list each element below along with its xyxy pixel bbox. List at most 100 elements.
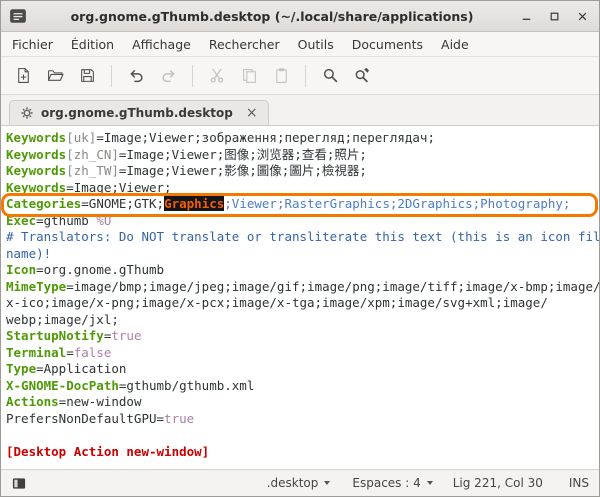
restore-button[interactable] [545, 7, 563, 25]
code-segment: [zh_TW] [66, 163, 119, 178]
find-button[interactable] [315, 62, 345, 90]
editor-line: # Translators: Do NOT translate or trans… [6, 229, 599, 246]
cursor-position: Lig 221, Col 30 [453, 476, 543, 490]
editor-line: StartupNotify=true [6, 328, 599, 345]
code-segment: [zh_CN] [66, 147, 119, 162]
editor-line: PrefersNonDefaultGPU=true [6, 411, 599, 428]
tab-org-gnome-gthumb-desktop[interactable]: org.gnome.gThumb.desktop × [9, 100, 269, 125]
tabbar: org.gnome.gThumb.desktop × [1, 95, 599, 126]
code-segment: %U [96, 213, 111, 228]
code-segment: Terminal [6, 345, 66, 360]
window-controls [517, 7, 591, 25]
minimize-button[interactable] [517, 7, 535, 25]
tab-width-selector[interactable]: Espaces : 4 [348, 474, 436, 492]
code-segment: =Image;Viewer;影像;圖像;圖片;檢視器; [119, 163, 367, 178]
find-and-replace-button[interactable] [347, 62, 377, 90]
editor-line: Keywords[zh_CN]=Image;Viewer;图像;浏览器;查看;照… [6, 147, 599, 164]
code-segment: Icon [6, 262, 36, 277]
code-segment: Exec [6, 213, 36, 228]
cut-button[interactable] [202, 62, 232, 90]
code-segment: Graphics [164, 196, 224, 211]
code-segment: =gthumb [36, 213, 96, 228]
code-segment: x-ico;image/x-png;image/x-pcx;image/x-tg… [6, 295, 548, 310]
side-panel-toggle-button[interactable] [7, 473, 31, 493]
code-segment: PrefersNonDefaultGPU= [6, 411, 164, 426]
paste-button[interactable] [266, 62, 296, 90]
code-segment: webp;image/jxl; [6, 312, 119, 327]
code-segment: =Image;Viewer;图像;浏览器;查看;照片; [119, 147, 367, 162]
statusbar: .desktop Espaces : 4 Lig 221, Col 30 INS [1, 469, 599, 496]
editor-line: X-GNOME-DocPath=gthumb/gthumb.xml [6, 378, 599, 395]
editor-line: x-ico;image/x-png;image/x-pcx;image/x-tg… [6, 295, 599, 312]
save-button[interactable] [72, 62, 102, 90]
close-button[interactable] [573, 7, 591, 25]
code-segment: MimeType [6, 279, 66, 294]
chevron-down-icon [324, 481, 330, 485]
undo-button[interactable] [121, 62, 151, 90]
toolbar-separator [305, 65, 306, 87]
editor-line: Exec=gthumb %U [6, 213, 599, 230]
editor-content: Keywords[uk]=Image;Viewer;зображення;пер… [1, 126, 599, 460]
tab-width-label: Espaces : 4 [352, 476, 420, 490]
menubar: FichierÉditionAffichageRechercherOutilsD… [1, 32, 599, 57]
window-icon [9, 7, 27, 25]
code-segment: true [111, 328, 141, 343]
copy-button[interactable] [234, 62, 264, 90]
text-editor-window: org.gnome.gThumb.desktop (~/.local/share… [0, 0, 600, 497]
toolbar [1, 57, 599, 95]
chevron-down-icon [427, 481, 433, 485]
editor-line: Actions=new-window [6, 394, 599, 411]
code-segment: false [74, 345, 112, 360]
code-segment: Keywords [6, 147, 66, 162]
editor-line: webp;image/jxl; [6, 312, 599, 329]
code-segment: =image/bmp;image/jpeg;image/gif;image/pn… [66, 279, 599, 294]
code-segment: =Application [36, 361, 126, 376]
code-segment: name)! [6, 246, 51, 261]
code-segment: # Translators: Do NOT translate or trans… [6, 229, 599, 244]
code-segment: Keywords [6, 180, 66, 195]
editor-line: Keywords=Image;Viewer; [6, 180, 599, 197]
code-segment: Categories [6, 196, 81, 211]
editor-line: Keywords[uk]=Image;Viewer;зображення;пер… [6, 130, 599, 147]
new-document-button[interactable] [8, 62, 38, 90]
code-segment: =gthumb/gthumb.xml [119, 378, 254, 393]
code-segment: =GNOME;GTK; [81, 196, 164, 211]
editor-line: name)! [6, 246, 599, 263]
toolbar-separator [192, 65, 193, 87]
code-segment: [Desktop Action new-window] [6, 444, 209, 459]
redo-button[interactable] [153, 62, 183, 90]
code-segment: =Image;Viewer; [66, 180, 171, 195]
code-segment: Actions [6, 394, 59, 409]
code-segment: ;Viewer;RasterGraphics;2DGraphics;Photog… [224, 196, 570, 211]
editor[interactable]: Keywords[uk]=Image;Viewer;зображення;пер… [1, 126, 599, 469]
code-segment: =new-window [59, 394, 142, 409]
close-tab-icon[interactable]: × [240, 106, 258, 120]
editor-line: Icon=org.gnome.gThumb [6, 262, 599, 279]
editor-line [6, 427, 599, 444]
language-selector[interactable]: .desktop [263, 474, 335, 492]
open-document-button[interactable] [40, 62, 70, 90]
menu-outils[interactable]: Outils [289, 34, 343, 55]
menu-affichage[interactable]: Affichage [123, 34, 200, 55]
menu-documents[interactable]: Documents [343, 34, 432, 55]
code-segment: =org.gnome.gThumb [36, 262, 164, 277]
tab-label: org.gnome.gThumb.desktop [41, 106, 233, 120]
editor-line: MimeType=image/bmp;image/jpeg;image/gif;… [6, 279, 599, 296]
menu-rechercher[interactable]: Rechercher [200, 34, 289, 55]
code-segment: [uk] [66, 130, 96, 145]
editor-line: Keywords[zh_TW]=Image;Viewer;影像;圖像;圖片;檢視… [6, 163, 599, 180]
titlebar[interactable]: org.gnome.gThumb.desktop (~/.local/share… [1, 1, 599, 32]
code-segment: Type [6, 361, 36, 376]
editor-line: [Desktop Action new-window] [6, 444, 599, 461]
language-label: .desktop [267, 476, 319, 490]
menu-fichier[interactable]: Fichier [3, 34, 62, 55]
editor-line: Categories=GNOME;GTK;Graphics;Viewer;Ras… [6, 196, 599, 213]
code-segment: X-GNOME-DocPath [6, 378, 119, 393]
code-segment: StartupNotify [6, 328, 104, 343]
menu-aide[interactable]: Aide [432, 34, 478, 55]
code-segment: Keywords [6, 130, 66, 145]
code-segment: =Image;Viewer;зображення;перегляд;перегл… [96, 130, 435, 145]
code-segment: = [66, 345, 74, 360]
editor-line: Type=Application [6, 361, 599, 378]
menu-edition[interactable]: Édition [62, 34, 123, 55]
